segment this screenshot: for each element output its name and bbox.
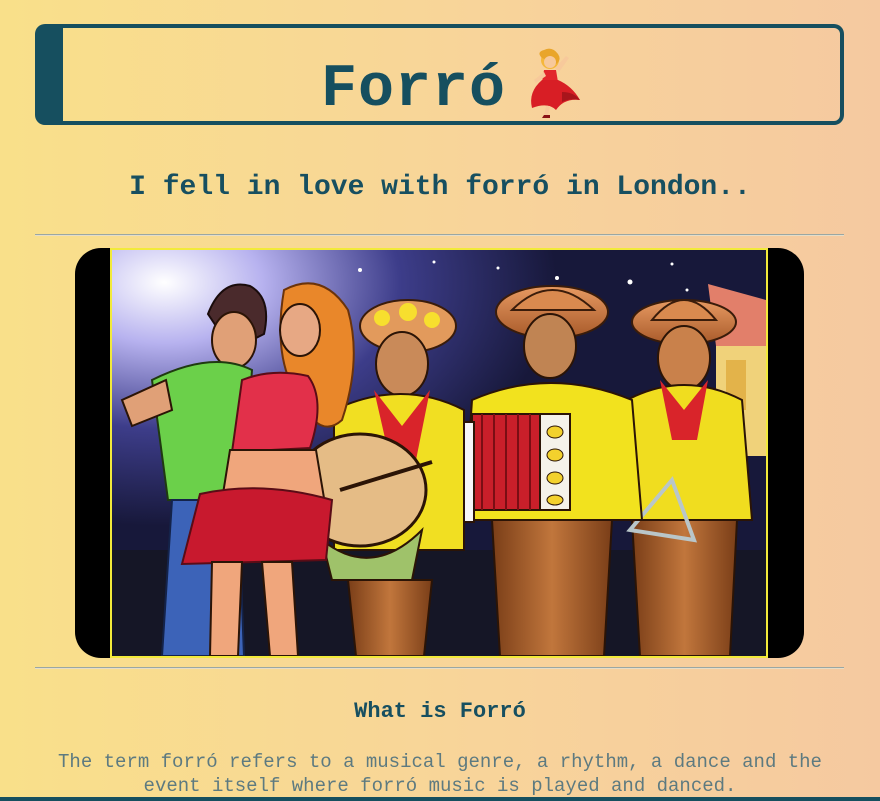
hero-image-frame: [75, 248, 804, 658]
page-title: Forró: [63, 48, 840, 124]
title-banner: Forró: [35, 24, 844, 125]
divider: [35, 234, 844, 236]
section-heading: What is Forró: [354, 699, 526, 724]
divider: [35, 667, 844, 669]
forro-illustration: [110, 248, 768, 658]
bottom-border: [0, 797, 880, 801]
subtitle: I fell in love with forró in London..: [129, 172, 751, 203]
section-paragraph: The term forró refers to a musical genre…: [58, 751, 822, 797]
dancer-icon: [522, 48, 582, 118]
page-title-text: Forró: [320, 55, 507, 124]
